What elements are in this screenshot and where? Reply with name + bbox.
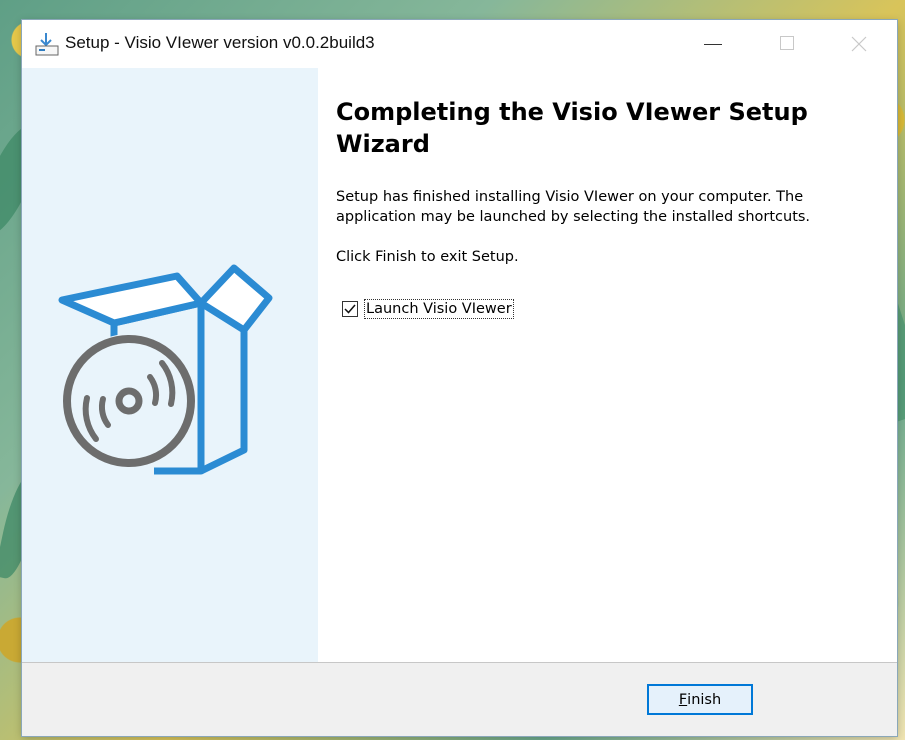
finish-button-label: inish	[687, 691, 722, 708]
setup-wizard-window: Setup - Visio VIewer version v0.0.2build…	[22, 20, 897, 736]
title-bar[interactable]: Setup - Visio VIewer version v0.0.2build…	[22, 20, 897, 68]
finish-button[interactable]: Finish	[647, 684, 753, 715]
window-title: Setup - Visio VIewer version v0.0.2build…	[65, 33, 375, 52]
launch-checkbox-row[interactable]: Launch Visio VIewer	[342, 298, 514, 320]
finish-button-mnemonic: F	[678, 691, 688, 708]
close-icon	[850, 35, 868, 53]
page-title: Completing the Visio VIewer Setup Wizard	[336, 98, 808, 158]
maximize-button[interactable]	[757, 20, 819, 68]
launch-checkbox[interactable]	[342, 301, 358, 317]
setup-download-icon	[34, 32, 62, 58]
launch-checkbox-label[interactable]: Launch Visio VIewer	[364, 299, 514, 319]
close-button[interactable]	[827, 20, 889, 68]
software-box-with-disc-icon	[58, 264, 273, 475]
minimize-button[interactable]	[682, 20, 744, 68]
wizard-content: Completing the Visio VIewer Setup Wizard…	[336, 96, 856, 267]
wizard-footer: Finish	[22, 662, 897, 736]
exit-instruction: Click Finish to exit Setup.	[336, 249, 519, 265]
completion-message: Setup has finished installing Visio VIew…	[336, 189, 811, 225]
checkmark-icon	[344, 304, 356, 314]
wizard-sidebar	[22, 68, 318, 662]
